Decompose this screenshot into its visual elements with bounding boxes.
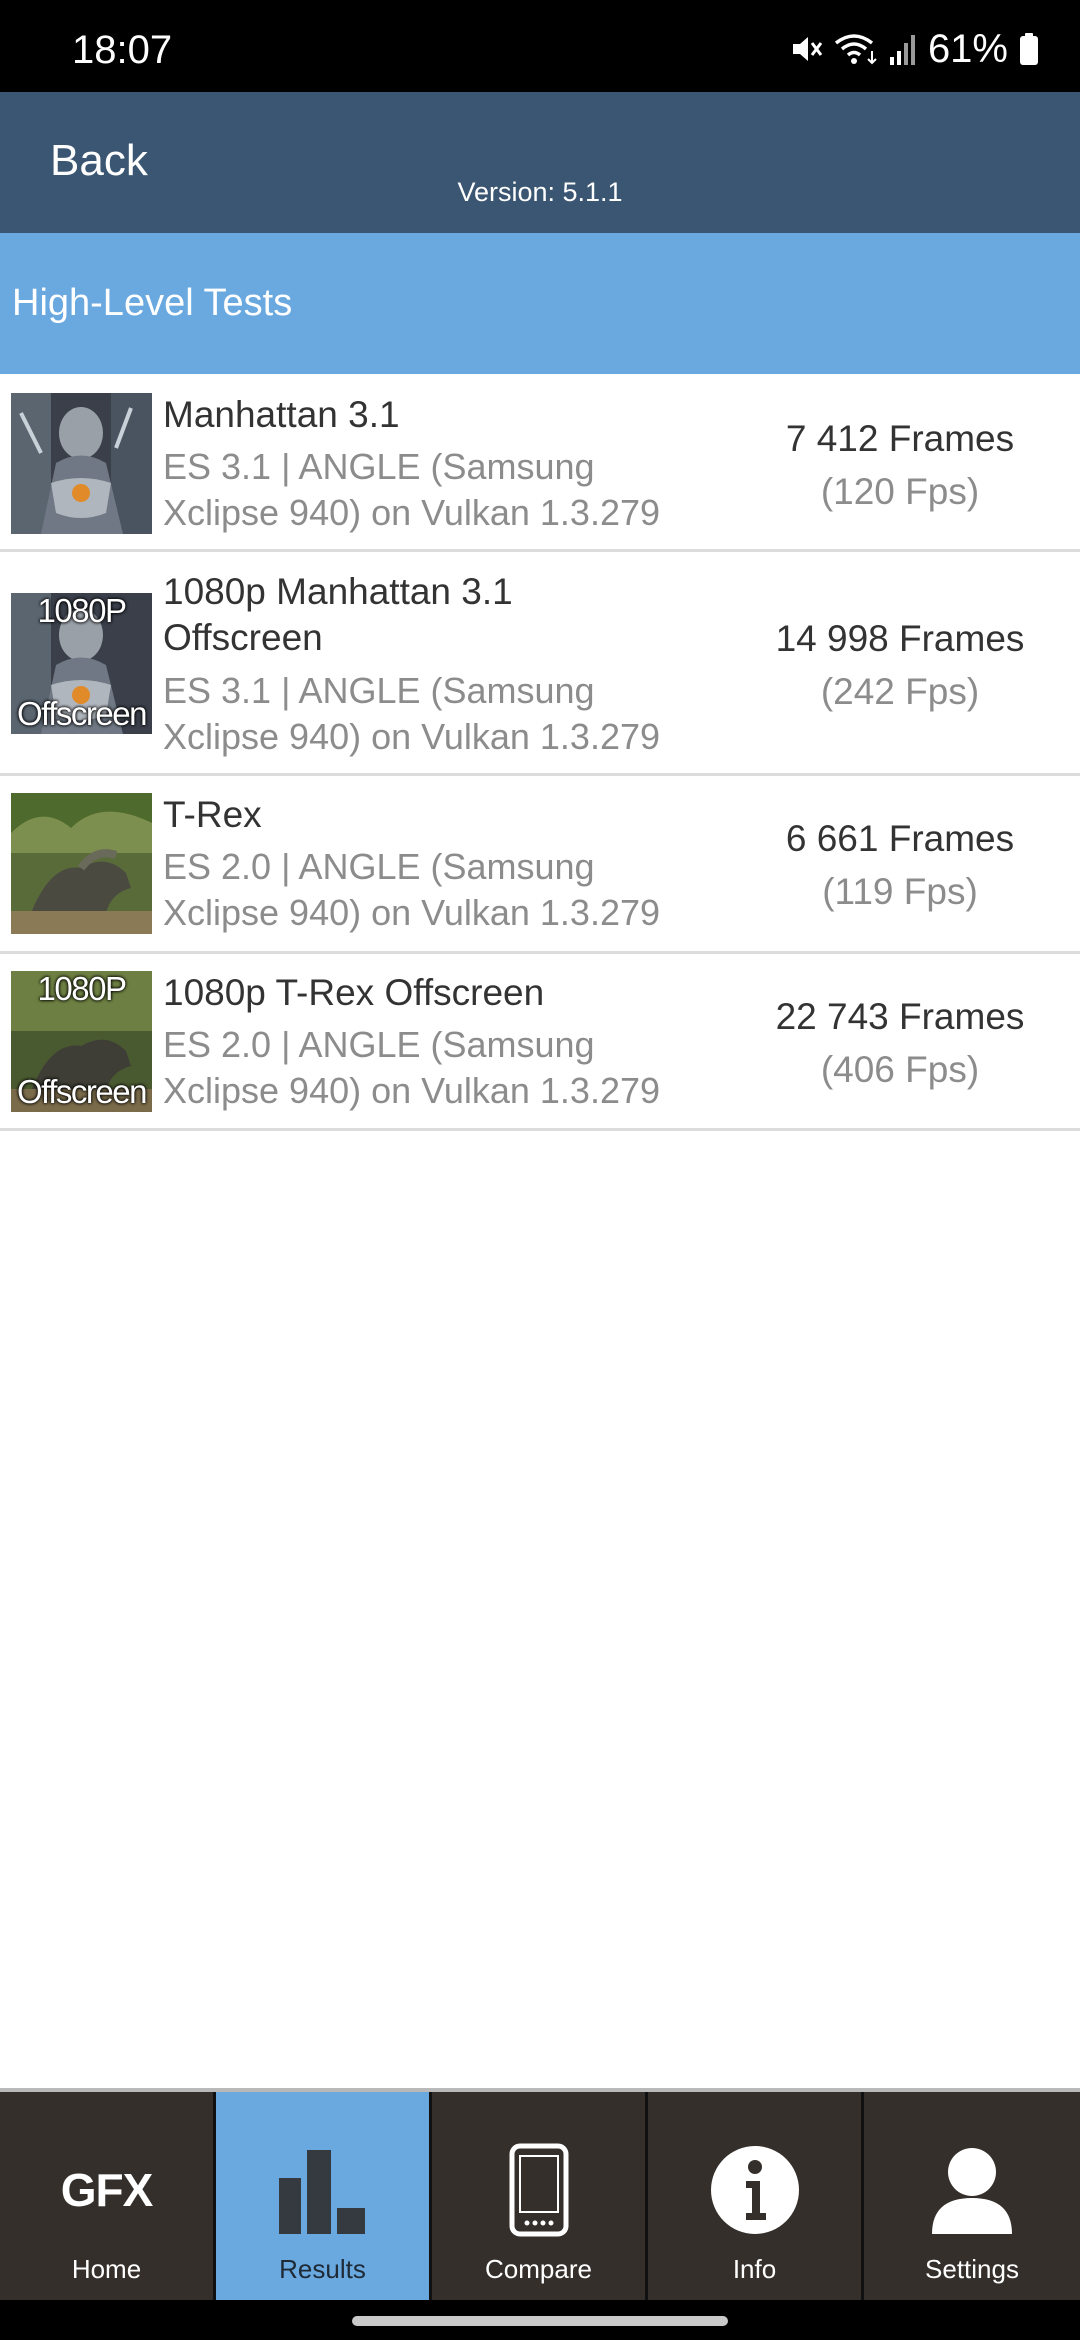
score-frames: 22 743 Frames [775, 996, 1025, 1037]
user-icon [902, 2140, 1042, 2240]
thumb-resolution-label: 1080P [37, 593, 127, 629]
test-name: T-Rex [163, 794, 262, 835]
thumb-offscreen-label: Offscreen [17, 695, 147, 732]
wifi-icon [834, 31, 878, 67]
score-frames: 14 998 Frames [775, 618, 1025, 659]
score-fps: (242 Fps) [820, 671, 980, 712]
phone-icon [469, 2140, 609, 2240]
nav-label: Results [279, 2254, 366, 2284]
test-description: Xclipse 940) on Vulkan 1.3.279 [163, 892, 661, 933]
test-row-manhattan-offscreen[interactable]: 1080P Offscreen 1080p Manhattan 3.1 Offs… [0, 552, 1080, 776]
score-fps: (120 Fps) [820, 471, 980, 512]
test-description: Xclipse 940) on Vulkan 1.3.279 [163, 492, 661, 533]
score-frames: 7 412 Frames [785, 418, 1015, 459]
nav-label: Settings [925, 2254, 1019, 2284]
test-name: Offscreen [163, 617, 323, 658]
manhattan-offscreen-thumbnail: 1080P Offscreen [11, 593, 152, 734]
nav-label: Compare [485, 2254, 592, 2284]
score-fps: (406 Fps) [820, 1049, 980, 1090]
bottom-navigation: GFX Home Results Compare Info Settings [0, 2088, 1080, 2300]
nav-label: Info [732, 2254, 777, 2284]
nav-settings[interactable]: Settings [864, 2092, 1080, 2300]
test-description: ES 3.1 | ANGLE (Samsung [163, 670, 595, 711]
test-row-trex-offscreen[interactable]: 1080P Offscreen 1080p T-Rex Offscreen ES… [0, 954, 1080, 1131]
nav-compare[interactable]: Compare [432, 2092, 648, 2300]
thumb-resolution-label: 1080P [37, 971, 127, 1007]
home-indicator[interactable] [352, 2316, 728, 2326]
nav-label: Home [71, 2254, 142, 2284]
test-name: Manhattan 3.1 [163, 394, 400, 435]
version-label: Version: 5.1.1 [457, 177, 623, 207]
test-name: 1080p Manhattan 3.1 [163, 571, 513, 612]
trex-thumbnail [11, 793, 152, 934]
score-fps: (119 Fps) [822, 871, 978, 912]
gesture-bar [0, 2300, 1080, 2340]
test-row-manhattan[interactable]: Manhattan 3.1 ES 3.1 | ANGLE (Samsung Xc… [0, 374, 1080, 552]
app-bar: Back Version: 5.1.1 [0, 92, 1080, 233]
section-header: High-Level Tests [0, 233, 1080, 374]
test-description: Xclipse 940) on Vulkan 1.3.279 [163, 1070, 661, 1111]
score-frames: 6 661 Frames [785, 818, 1015, 859]
section-title: High-Level Tests [12, 282, 293, 324]
battery-icon [1018, 31, 1040, 67]
bar-chart-icon [253, 2140, 393, 2240]
signal-icon [888, 31, 918, 67]
thumb-offscreen-label: Offscreen [17, 1073, 147, 1110]
status-time: 18:07 [72, 28, 173, 72]
manhattan-thumbnail [11, 393, 152, 534]
nav-home[interactable]: GFX Home [0, 2092, 216, 2300]
test-description: Xclipse 940) on Vulkan 1.3.279 [163, 716, 661, 757]
nav-info[interactable]: Info [648, 2092, 864, 2300]
nav-results[interactable]: Results [216, 2092, 432, 2300]
gfx-logo-icon: GFX [60, 2164, 154, 2216]
trex-offscreen-thumbnail: 1080P Offscreen [11, 971, 152, 1112]
test-description: ES 2.0 | ANGLE (Samsung [163, 1024, 595, 1065]
test-row-trex[interactable]: T-Rex ES 2.0 | ANGLE (Samsung Xclipse 94… [0, 776, 1080, 954]
test-description: ES 3.1 | ANGLE (Samsung [163, 446, 595, 487]
mute-icon [788, 31, 824, 67]
status-icons: 61% [788, 26, 1040, 72]
info-icon [685, 2140, 825, 2240]
test-description: ES 2.0 | ANGLE (Samsung [163, 846, 595, 887]
status-bar: 18:07 61% [0, 0, 1080, 92]
test-name: 1080p T-Rex Offscreen [163, 972, 545, 1013]
battery-percentage: 61% [927, 27, 1008, 71]
